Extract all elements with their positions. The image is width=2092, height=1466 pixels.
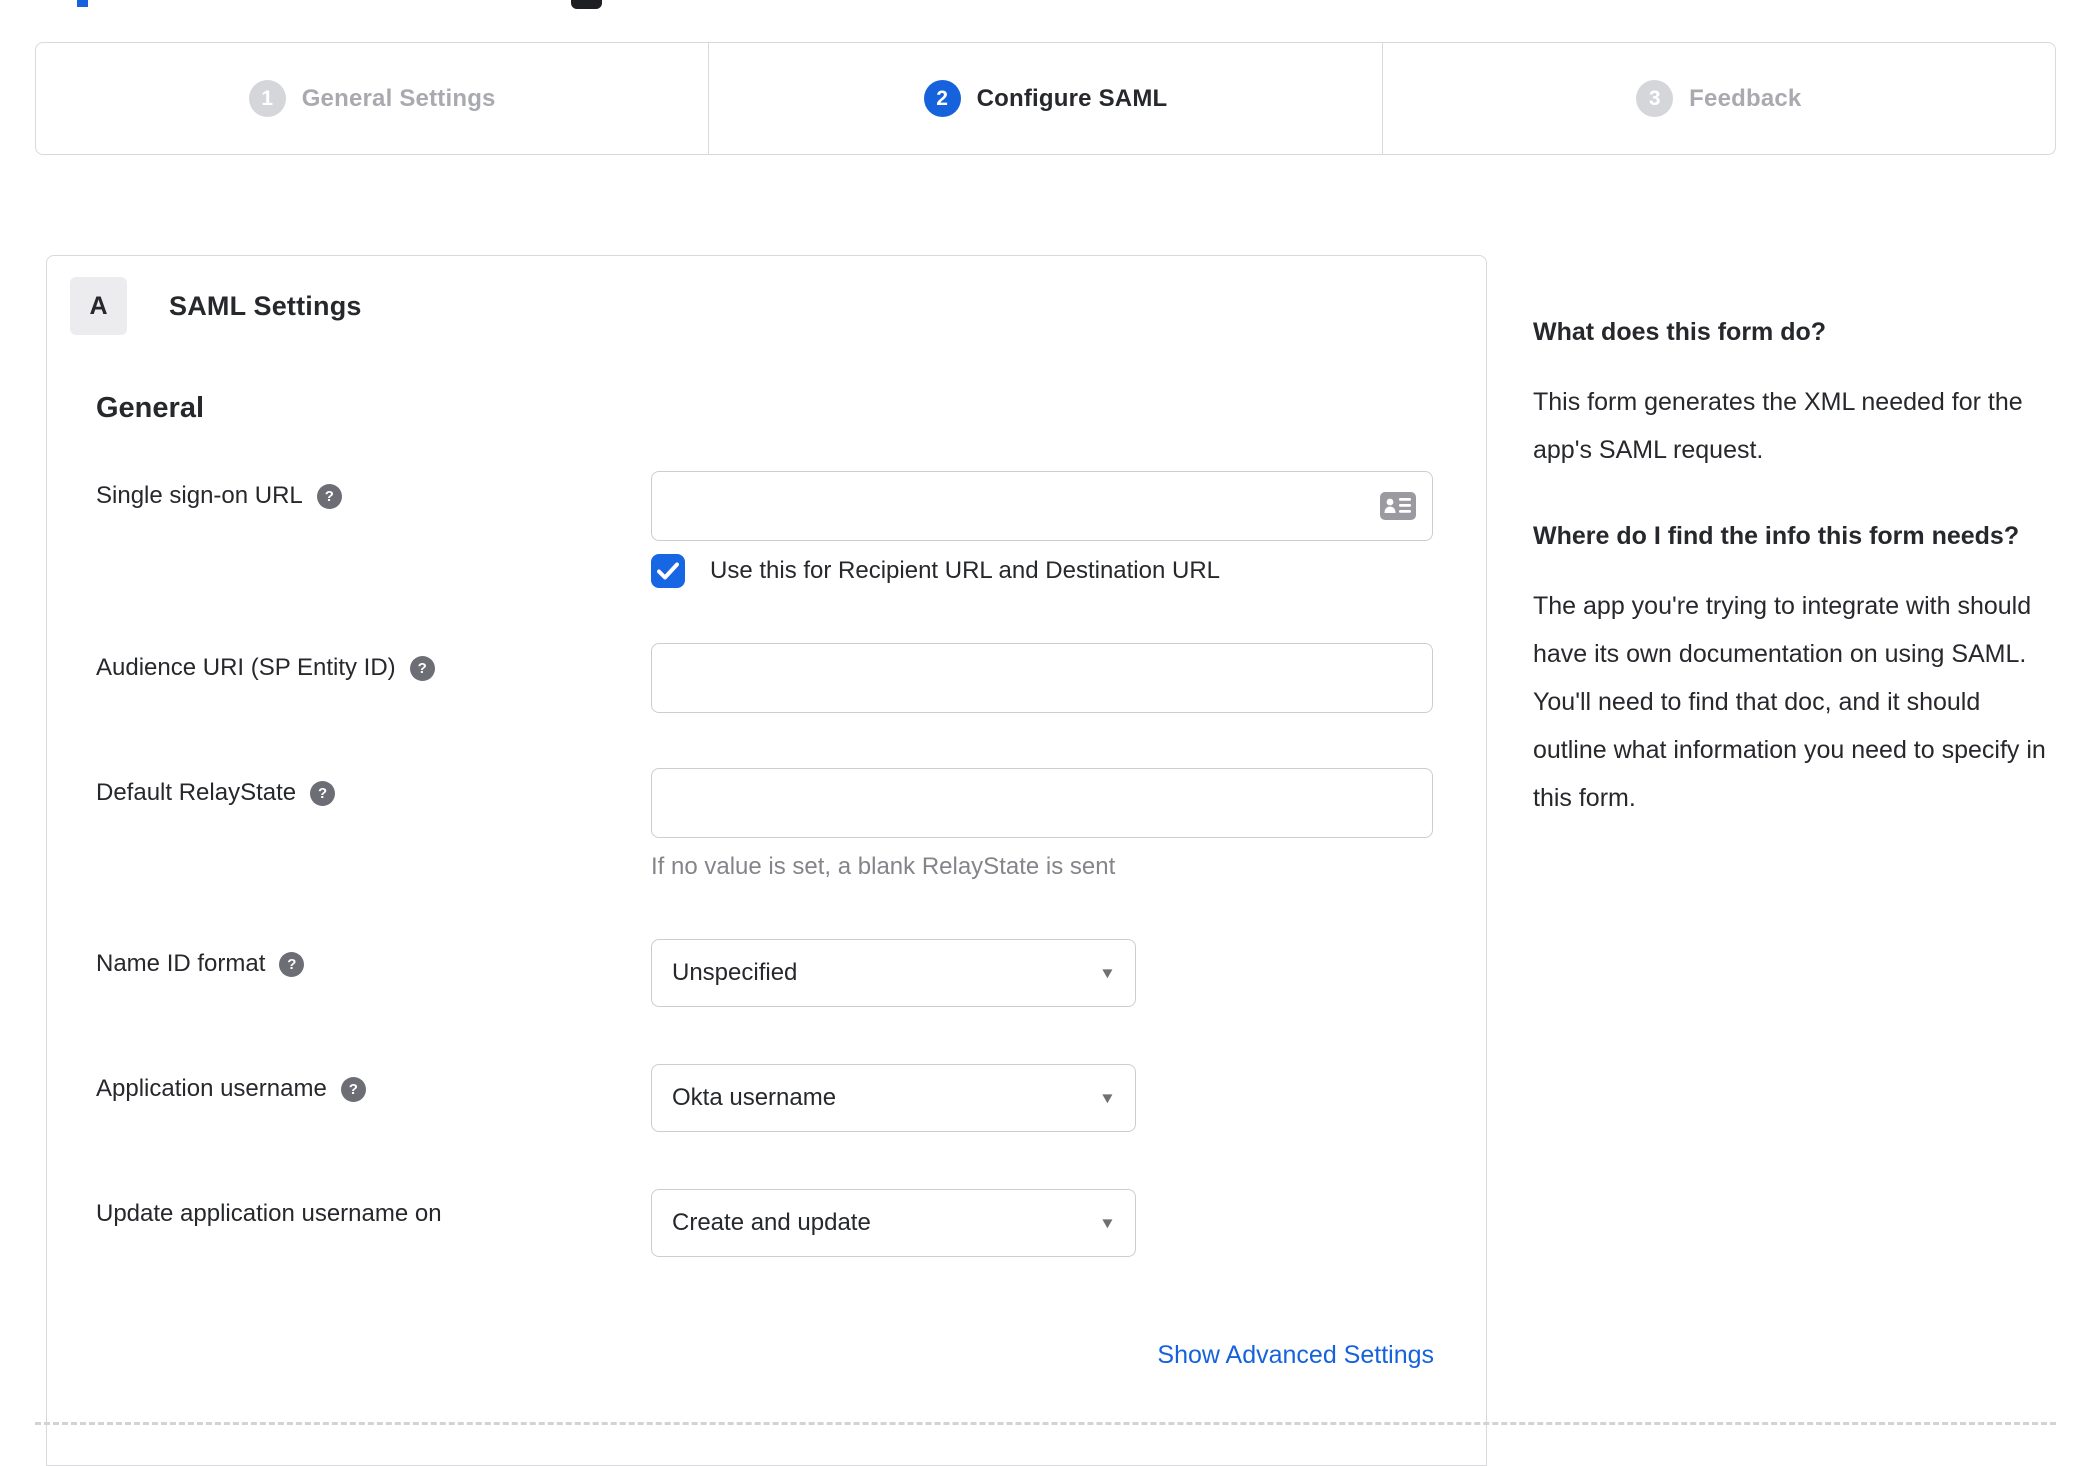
sso-url-label: Single sign-on URL: [96, 482, 303, 509]
general-section-heading: General: [96, 392, 204, 424]
audience-uri-input[interactable]: [651, 643, 1433, 713]
application-username-value: Okta username: [672, 1084, 837, 1111]
name-id-format-label: Name ID format: [96, 950, 266, 977]
name-id-format-value: Unspecified: [672, 959, 798, 986]
step-general-settings[interactable]: 1 General Settings: [36, 43, 708, 154]
saml-settings-panel: A SAML Settings General Single sign-on U…: [46, 255, 1487, 1466]
step-feedback[interactable]: 3 Feedback: [1381, 43, 2055, 154]
help-sidebar: What does this form do? This form genera…: [1533, 255, 2050, 862]
cropped-header-black-icon: [571, 0, 602, 9]
relay-state-label: Default RelayState: [96, 779, 297, 806]
step-2-number-badge: 2: [923, 80, 961, 117]
application-username-select[interactable]: Okta username ▼: [651, 1064, 1136, 1132]
chevron-down-icon: ▼: [1099, 1089, 1117, 1107]
chevron-down-icon: ▼: [1099, 1214, 1117, 1232]
step-configure-saml[interactable]: 2 Configure SAML: [708, 43, 1381, 154]
recipient-url-checkbox-row: Use this for Recipient URL and Destinati…: [651, 554, 1433, 588]
recipient-url-checkbox[interactable]: [651, 554, 685, 588]
audience-uri-row: Audience URI (SP Entity ID) ?: [96, 643, 1486, 713]
section-a-badge: A: [70, 277, 127, 335]
panel-header: A SAML Settings: [70, 276, 1486, 336]
relay-state-row: Default RelayState ? If no value is set,…: [96, 768, 1486, 881]
application-username-help-icon[interactable]: ?: [340, 1077, 366, 1102]
recipient-url-checkbox-label: Use this for Recipient URL and Destinati…: [710, 557, 1221, 584]
sidebar-body-what: This form generates the XML needed for t…: [1533, 388, 2023, 464]
step-2-label: Configure SAML: [976, 84, 1168, 112]
check-icon: [657, 562, 679, 580]
update-username-label: Update application username on: [96, 1200, 442, 1227]
relay-state-help-icon[interactable]: ?: [310, 781, 336, 806]
name-id-format-row: Name ID format ? Unspecified ▼: [96, 939, 1486, 1007]
sidebar-body-where: The app you're trying to integrate with …: [1533, 592, 2046, 812]
advanced-settings-row: Show Advanced Settings: [47, 1341, 1486, 1370]
update-username-value: Create and update: [672, 1209, 871, 1236]
application-username-label: Application username: [96, 1075, 327, 1102]
audience-uri-help-icon[interactable]: ?: [409, 656, 435, 681]
relay-state-hint: If no value is set, a blank RelayState i…: [651, 853, 1116, 880]
sso-url-row: Single sign-on URL ? Use this for Recipi…: [96, 471, 1486, 588]
audience-uri-label: Audience URI (SP Entity ID): [96, 654, 396, 681]
sso-url-input[interactable]: [651, 471, 1433, 541]
sidebar-heading-where: Where do I find the info this form needs…: [1533, 522, 2020, 550]
cropped-header-blue-icon: [77, 0, 88, 7]
application-username-row: Application username ? Okta username ▼: [96, 1064, 1486, 1132]
wizard-stepper: 1 General Settings 2 Configure SAML 3 Fe…: [35, 42, 2056, 155]
name-id-format-select[interactable]: Unspecified ▼: [651, 939, 1136, 1007]
relay-state-input[interactable]: [651, 768, 1433, 838]
cropped-bottom-divider: [35, 1422, 2056, 1425]
sso-url-help-icon[interactable]: ?: [316, 484, 342, 509]
show-advanced-settings-link[interactable]: Show Advanced Settings: [1157, 1341, 1434, 1369]
chevron-down-icon: ▼: [1099, 964, 1117, 982]
step-3-label: Feedback: [1689, 84, 1802, 112]
step-1-label: General Settings: [301, 84, 496, 112]
contact-card-icon[interactable]: [1380, 492, 1416, 525]
name-id-format-help-icon[interactable]: ?: [279, 952, 305, 977]
update-username-row: Update application username on Create an…: [96, 1189, 1486, 1257]
update-username-select[interactable]: Create and update ▼: [651, 1189, 1136, 1257]
step-3-number-badge: 3: [1636, 80, 1674, 117]
panel-title: SAML Settings: [169, 290, 362, 321]
step-1-number-badge: 1: [248, 80, 286, 117]
sidebar-heading-what: What does this form do?: [1533, 318, 1827, 346]
